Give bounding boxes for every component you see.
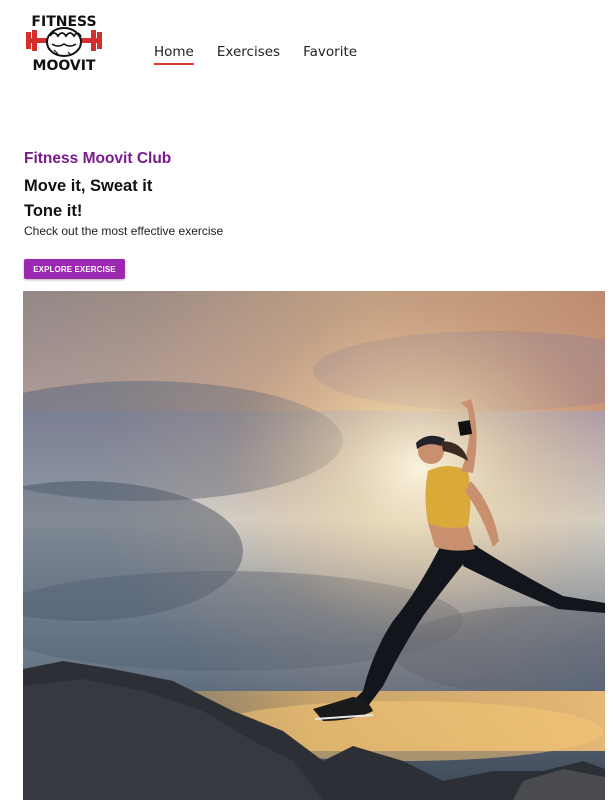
explore-exercise-button[interactable]: EXPLORE EXERCISE	[24, 259, 125, 279]
hero-image	[23, 291, 605, 800]
logo-text-top: FITNESS	[31, 14, 96, 30]
hero-headline: Move it, Sweat it Tone it!	[24, 174, 152, 224]
brand-logo[interactable]: FITNESS MOOVIT	[24, 12, 104, 74]
club-title: Fitness Moovit Club	[24, 150, 172, 167]
nav-exercises-link[interactable]: Exercises	[217, 44, 280, 63]
hero-headline-line-2: Tone it!	[24, 202, 83, 220]
nav-home-link[interactable]: Home	[154, 44, 194, 65]
hero-headline-line-1: Move it, Sweat it	[24, 177, 153, 195]
logo-text-bottom: MOOVIT	[33, 58, 96, 74]
hero-subtext: Check out the most effective exercise	[24, 224, 224, 238]
nav-favorite-link[interactable]: Favorite	[303, 44, 357, 63]
main-nav: Home Exercises Favorite	[154, 44, 380, 65]
woman-jumping-photo	[23, 291, 605, 800]
